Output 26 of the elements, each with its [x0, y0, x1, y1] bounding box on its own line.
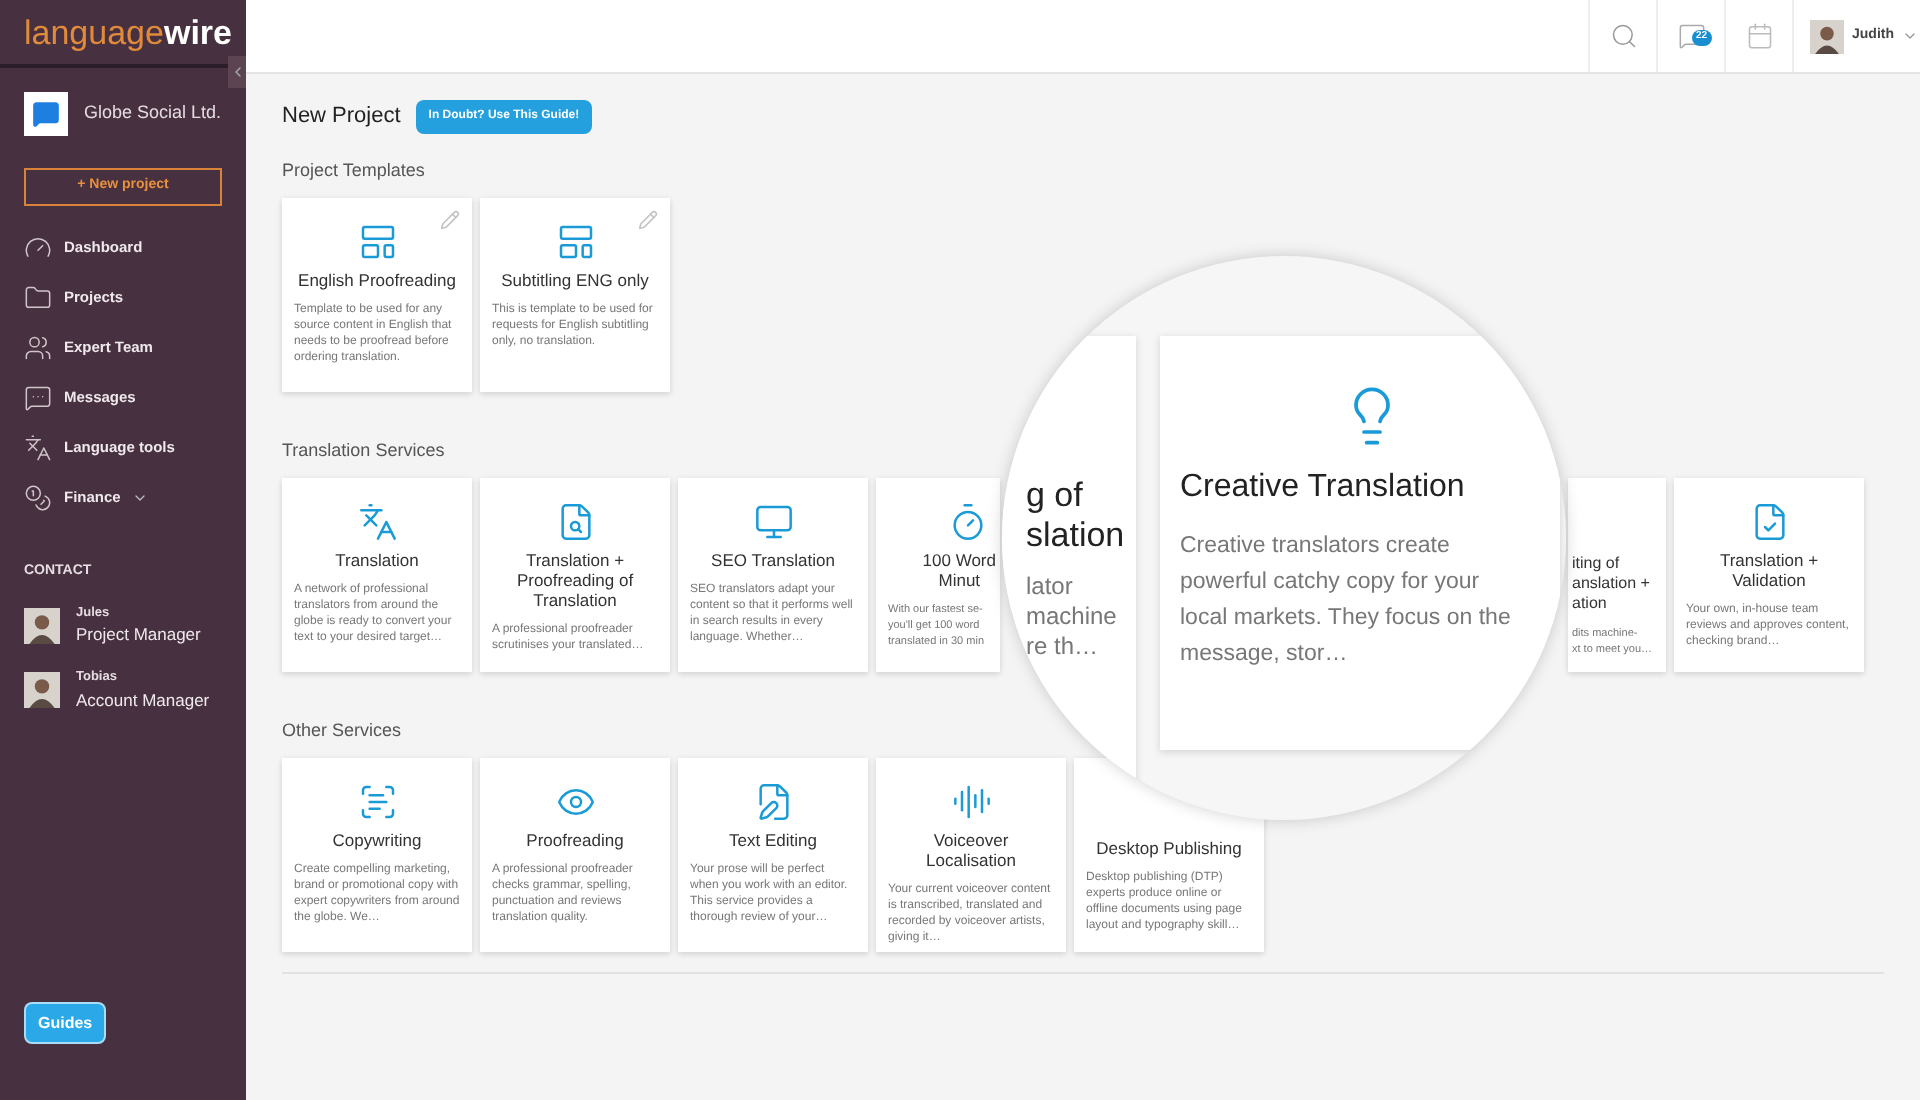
section-title: Project Templates: [282, 158, 425, 182]
card-title: g of slation: [1026, 476, 1125, 556]
card-title: Translation + Proofreading of Translation: [514, 550, 636, 610]
contact-role: Account Manager: [76, 687, 210, 713]
card-title: Translation + Validation: [1717, 550, 1821, 590]
section-title: Other Services: [282, 718, 402, 742]
company-name: Globe Social Ltd.: [84, 100, 222, 127]
logo: languagewire: [24, 15, 232, 49]
card-title: Text Editing: [729, 830, 817, 850]
card-description: lator machine re th…: [1026, 572, 1117, 662]
card-title: Voiceover Localisation: [924, 830, 1018, 870]
section-title: Translation Services: [282, 438, 445, 462]
page-title: New Project: [282, 102, 401, 133]
card-title: Desktop Publishing: [1096, 838, 1242, 858]
card-title: English Proofreading: [298, 270, 456, 290]
contact-role: Project Manager: [76, 622, 201, 648]
magnified-card[interactable]: Creative Translation Creative translators create powerful catchy copy for your local markets. They focus on the message, stor…: [1160, 336, 1560, 750]
card-title: Proofreading: [526, 830, 624, 850]
card-title: SEO Translation: [711, 550, 835, 570]
card-title: Translation: [335, 550, 419, 570]
card-title: Copywriting: [332, 830, 422, 850]
card-title: iting of anslation + ation: [1572, 554, 1650, 614]
card-description: Creative translators create powerful catchy copy for your local markets. They focus on the message, stor…: [1180, 532, 1513, 670]
card-title: 100 Word Minut: [922, 550, 996, 590]
card-title: Subtitling ENG only: [501, 270, 649, 290]
card-title: Creative Translation: [1180, 468, 1465, 508]
